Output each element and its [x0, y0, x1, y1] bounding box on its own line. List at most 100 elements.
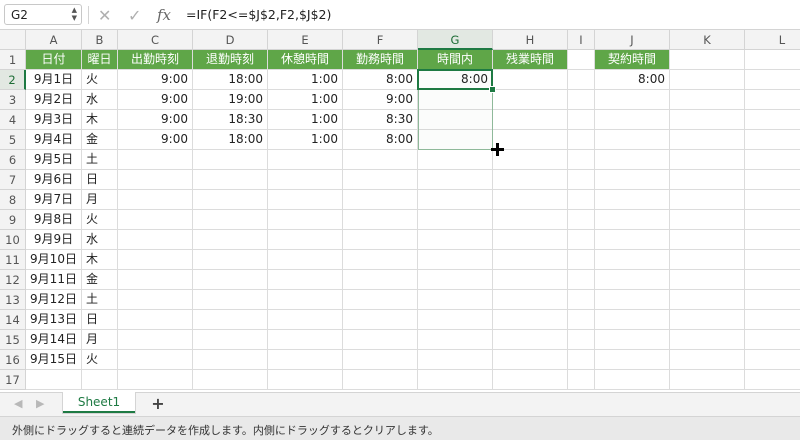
cell-d10[interactable]	[193, 230, 268, 250]
cell-j10[interactable]	[595, 230, 670, 250]
cell-k3[interactable]	[670, 90, 745, 110]
cell-a15[interactable]: 9月14日	[26, 330, 82, 350]
cell-g8[interactable]	[418, 190, 493, 210]
confirm-icon[interactable]: ✓	[128, 4, 141, 26]
row-header-9[interactable]: 9	[0, 210, 26, 230]
cell-c9[interactable]	[118, 210, 193, 230]
cell-j12[interactable]	[595, 270, 670, 290]
row-header-2[interactable]: 2	[0, 70, 26, 90]
cell-h9[interactable]	[493, 210, 568, 230]
cell-g17[interactable]	[418, 370, 493, 390]
cell-d16[interactable]	[193, 350, 268, 370]
row-header-10[interactable]: 10	[0, 230, 26, 250]
cell-b11[interactable]: 木	[82, 250, 118, 270]
cell-h8[interactable]	[493, 190, 568, 210]
cell-e13[interactable]	[268, 290, 343, 310]
cell-i14[interactable]	[568, 310, 595, 330]
cell-c7[interactable]	[118, 170, 193, 190]
cell-b14[interactable]: 日	[82, 310, 118, 330]
cell-d6[interactable]	[193, 150, 268, 170]
row-header-15[interactable]: 15	[0, 330, 26, 350]
cell-a16[interactable]: 9月15日	[26, 350, 82, 370]
cell-a10[interactable]: 9月9日	[26, 230, 82, 250]
cell-f7[interactable]	[343, 170, 418, 190]
column-header-a[interactable]: A	[26, 30, 82, 50]
cell-f9[interactable]	[343, 210, 418, 230]
cell-c6[interactable]	[118, 150, 193, 170]
cell-h14[interactable]	[493, 310, 568, 330]
cell-b17[interactable]	[82, 370, 118, 390]
next-sheet-icon[interactable]: ▶	[36, 397, 44, 410]
cell-d3[interactable]: 19:00	[193, 90, 268, 110]
cell-j6[interactable]	[595, 150, 670, 170]
cell-c13[interactable]	[118, 290, 193, 310]
cell-g9[interactable]	[418, 210, 493, 230]
cell-e14[interactable]	[268, 310, 343, 330]
cell-c16[interactable]	[118, 350, 193, 370]
cell-g5[interactable]	[418, 130, 493, 150]
cell-c8[interactable]	[118, 190, 193, 210]
cell-j13[interactable]	[595, 290, 670, 310]
row-header-11[interactable]: 11	[0, 250, 26, 270]
cell-f17[interactable]	[343, 370, 418, 390]
cell-f14[interactable]	[343, 310, 418, 330]
cell-f11[interactable]	[343, 250, 418, 270]
cell-h2[interactable]	[493, 70, 568, 90]
insert-function-icon[interactable]: fx	[157, 4, 171, 26]
cell-f1[interactable]: 勤務時間	[343, 50, 418, 70]
cell-b7[interactable]: 日	[82, 170, 118, 190]
cell-a5[interactable]: 9月4日	[26, 130, 82, 150]
row-header-4[interactable]: 4	[0, 110, 26, 130]
name-box[interactable]: G2 ▲ ▼	[4, 4, 82, 25]
cell-e9[interactable]	[268, 210, 343, 230]
cell-j5[interactable]	[595, 130, 670, 150]
cell-b15[interactable]: 月	[82, 330, 118, 350]
cell-i17[interactable]	[568, 370, 595, 390]
cell-h4[interactable]	[493, 110, 568, 130]
row-header-3[interactable]: 3	[0, 90, 26, 110]
cell-i5[interactable]	[568, 130, 595, 150]
cell-k6[interactable]	[670, 150, 745, 170]
formula-input[interactable]: =IF(F2<=$J$2,F2,$J$2)	[186, 7, 331, 22]
cell-e5[interactable]: 1:00	[268, 130, 343, 150]
cell-j2[interactable]: 8:00	[595, 70, 670, 90]
cell-b16[interactable]: 火	[82, 350, 118, 370]
cell-a3[interactable]: 9月2日	[26, 90, 82, 110]
cell-f10[interactable]	[343, 230, 418, 250]
cell-a4[interactable]: 9月3日	[26, 110, 82, 130]
cell-k8[interactable]	[670, 190, 745, 210]
cell-c5[interactable]: 9:00	[118, 130, 193, 150]
cell-j9[interactable]	[595, 210, 670, 230]
name-box-stepper-icon[interactable]: ▲ ▼	[72, 6, 77, 22]
cell-h5[interactable]	[493, 130, 568, 150]
cell-k17[interactable]	[670, 370, 745, 390]
cell-a14[interactable]: 9月13日	[26, 310, 82, 330]
column-header-j[interactable]: J	[595, 30, 670, 50]
cell-l11[interactable]	[745, 250, 800, 270]
column-header-h[interactable]: H	[493, 30, 568, 50]
cell-d11[interactable]	[193, 250, 268, 270]
cell-e10[interactable]	[268, 230, 343, 250]
column-header-g[interactable]: G	[418, 30, 493, 50]
cell-e1[interactable]: 休憩時間	[268, 50, 343, 70]
row-header-6[interactable]: 6	[0, 150, 26, 170]
previous-sheet-icon[interactable]: ◀	[14, 397, 22, 410]
cell-i16[interactable]	[568, 350, 595, 370]
cell-l8[interactable]	[745, 190, 800, 210]
cell-f8[interactable]	[343, 190, 418, 210]
cell-k1[interactable]	[670, 50, 745, 70]
cell-b13[interactable]: 土	[82, 290, 118, 310]
cell-d5[interactable]: 18:00	[193, 130, 268, 150]
cell-d14[interactable]	[193, 310, 268, 330]
cell-i15[interactable]	[568, 330, 595, 350]
cell-a2[interactable]: 9月1日	[26, 70, 82, 90]
cell-d4[interactable]: 18:30	[193, 110, 268, 130]
row-header-5[interactable]: 5	[0, 130, 26, 150]
cell-c11[interactable]	[118, 250, 193, 270]
cell-j1[interactable]: 契約時間	[595, 50, 670, 70]
row-header-1[interactable]: 1	[0, 50, 26, 70]
cell-k5[interactable]	[670, 130, 745, 150]
cell-l5[interactable]	[745, 130, 800, 150]
cell-a1[interactable]: 日付	[26, 50, 82, 70]
cell-l6[interactable]	[745, 150, 800, 170]
